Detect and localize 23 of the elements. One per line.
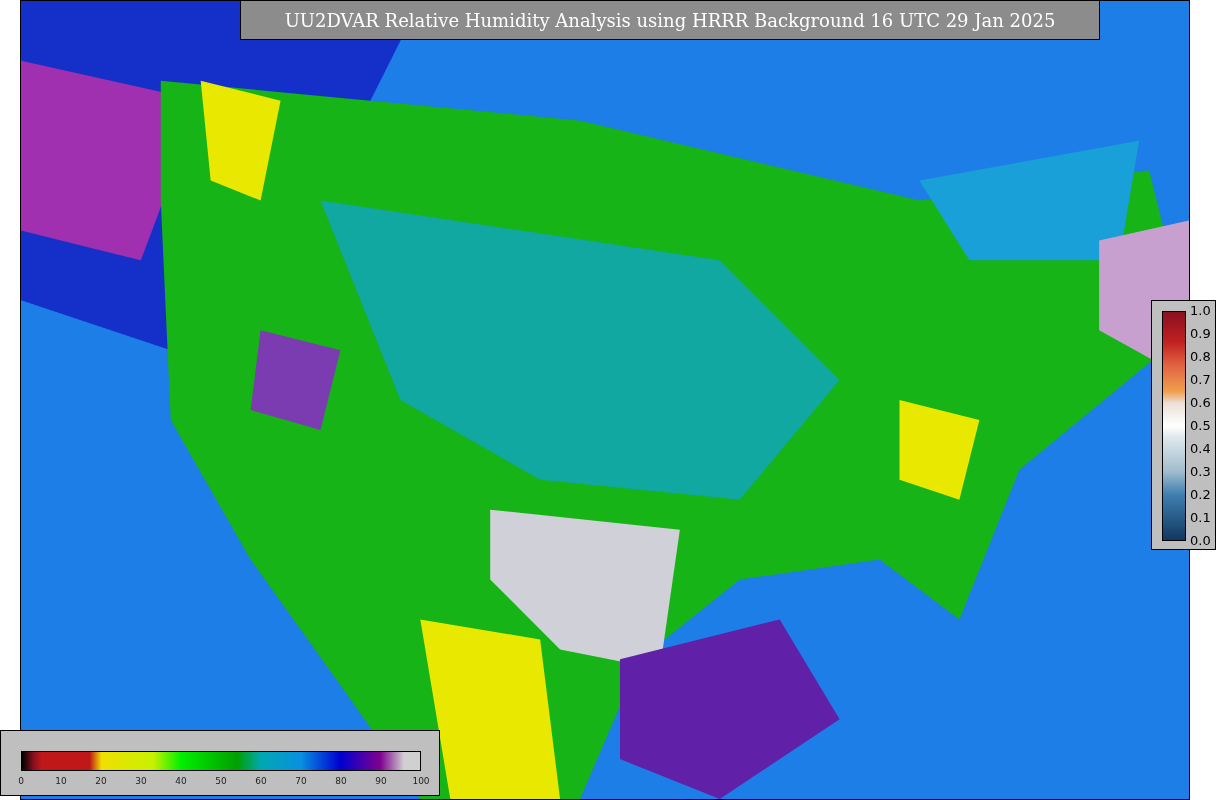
- scale-tick-label: 0.0: [1190, 532, 1211, 551]
- scale-tick-label: 0.6: [1190, 394, 1211, 413]
- scale-tick-label: 10: [55, 775, 67, 788]
- scale-tick-label: 40: [175, 775, 187, 788]
- scale-tick-label: 0.3: [1190, 463, 1211, 482]
- scale-tick-label: 0.5: [1190, 417, 1211, 436]
- chart-title: UU2DVAR Relative Humidity Analysis using HRRR Background 16 UTC 29 Jan 2025: [284, 8, 1056, 33]
- scale-tick-label: 0.9: [1190, 325, 1211, 344]
- scale-tick-label: 20: [95, 775, 107, 788]
- scale-tick-label: 70: [295, 775, 307, 788]
- scale-tick-label: 100: [412, 775, 430, 788]
- scale-tick-label: 0.4: [1190, 440, 1211, 459]
- scale-tick-label: 90: [375, 775, 387, 788]
- scale-tick-label: 50: [215, 775, 227, 788]
- scale-tick-label: 0.2: [1190, 486, 1211, 505]
- scale-tick-label: 0.7: [1190, 371, 1211, 390]
- scale-tick-label: 0: [18, 775, 24, 788]
- scale-tick-label: 1.0: [1190, 302, 1211, 321]
- scale-tick-label: 0.8: [1190, 348, 1211, 367]
- scale-tick-label: 60: [255, 775, 267, 788]
- scale-tick-label: 0.1: [1190, 509, 1211, 528]
- scale-tick-label: 30: [135, 775, 147, 788]
- scale-tick-label: 80: [335, 775, 347, 788]
